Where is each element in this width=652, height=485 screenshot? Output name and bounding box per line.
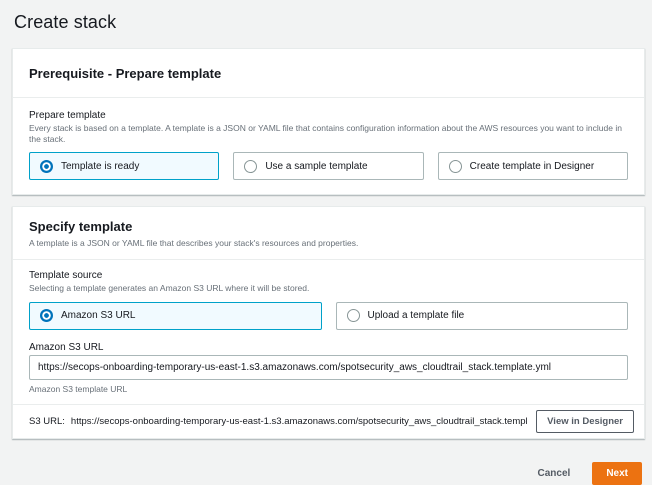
page-title: Create stack <box>14 12 645 33</box>
s3-url-field-group: Amazon S3 URL Amazon S3 template URL <box>29 342 628 394</box>
s3-url-preview-row: S3 URL: https://secops-onboarding-tempora… <box>13 404 644 438</box>
s3-url-helper-text: Amazon S3 template URL <box>29 384 628 394</box>
s3-url-preview-label: S3 URL: <box>29 416 65 427</box>
radio-unselected-icon[interactable] <box>347 309 360 322</box>
s3-url-input-label: Amazon S3 URL <box>29 342 628 353</box>
cancel-button[interactable]: Cancel <box>536 464 573 483</box>
radio-unselected-icon[interactable] <box>449 160 462 173</box>
option-create-template-in-designer[interactable]: Create template in Designer <box>438 152 628 180</box>
prerequisite-card-body: Prepare template Every stack is based on… <box>13 98 644 194</box>
option-use-sample-template[interactable]: Use a sample template <box>233 152 423 180</box>
prerequisite-card-title: Prerequisite - Prepare template <box>29 66 628 81</box>
option-amazon-s3-url[interactable]: Amazon S3 URL <box>29 302 322 330</box>
radio-unselected-icon[interactable] <box>244 160 257 173</box>
option-template-is-ready[interactable]: Template is ready <box>29 152 219 180</box>
option-label: Create template in Designer <box>470 161 595 172</box>
next-button[interactable]: Next <box>592 462 642 485</box>
specify-template-title: Specify template <box>29 219 628 234</box>
option-label: Upload a template file <box>368 310 465 321</box>
radio-selected-icon[interactable] <box>40 309 53 322</box>
prepare-template-label: Prepare template <box>29 110 628 121</box>
specify-template-card: Specify template A template is a JSON or… <box>12 206 645 439</box>
create-stack-page: Create stack Prerequisite - Prepare temp… <box>0 0 652 485</box>
template-source-options: Amazon S3 URL Upload a template file <box>29 302 628 330</box>
prepare-template-description: Every stack is based on a template. A te… <box>29 123 628 144</box>
option-label: Template is ready <box>61 161 139 172</box>
template-source-description: Selecting a template generates an Amazon… <box>29 283 628 294</box>
specify-template-subtitle: A template is a JSON or YAML file that d… <box>29 238 628 248</box>
s3-url-input[interactable] <box>29 355 628 380</box>
s3-url-preview-value: https://secops-onboarding-temporary-us-e… <box>71 416 528 427</box>
wizard-actions: Cancel Next <box>12 450 645 485</box>
radio-selected-icon[interactable] <box>40 160 53 173</box>
option-label: Use a sample template <box>265 161 367 172</box>
option-upload-template-file[interactable]: Upload a template file <box>336 302 629 330</box>
prerequisite-card-header: Prerequisite - Prepare template <box>13 49 644 98</box>
specify-template-body: Template source Selecting a template gen… <box>13 260 644 404</box>
option-label: Amazon S3 URL <box>61 310 135 321</box>
prepare-template-options: Template is ready Use a sample template … <box>29 152 628 180</box>
s3-url-preview: S3 URL: https://secops-onboarding-tempora… <box>29 416 528 427</box>
specify-template-header: Specify template A template is a JSON or… <box>13 207 644 260</box>
template-source-label: Template source <box>29 270 628 281</box>
prerequisite-card: Prerequisite - Prepare template Prepare … <box>12 48 645 195</box>
view-in-designer-button[interactable]: View in Designer <box>536 410 634 433</box>
